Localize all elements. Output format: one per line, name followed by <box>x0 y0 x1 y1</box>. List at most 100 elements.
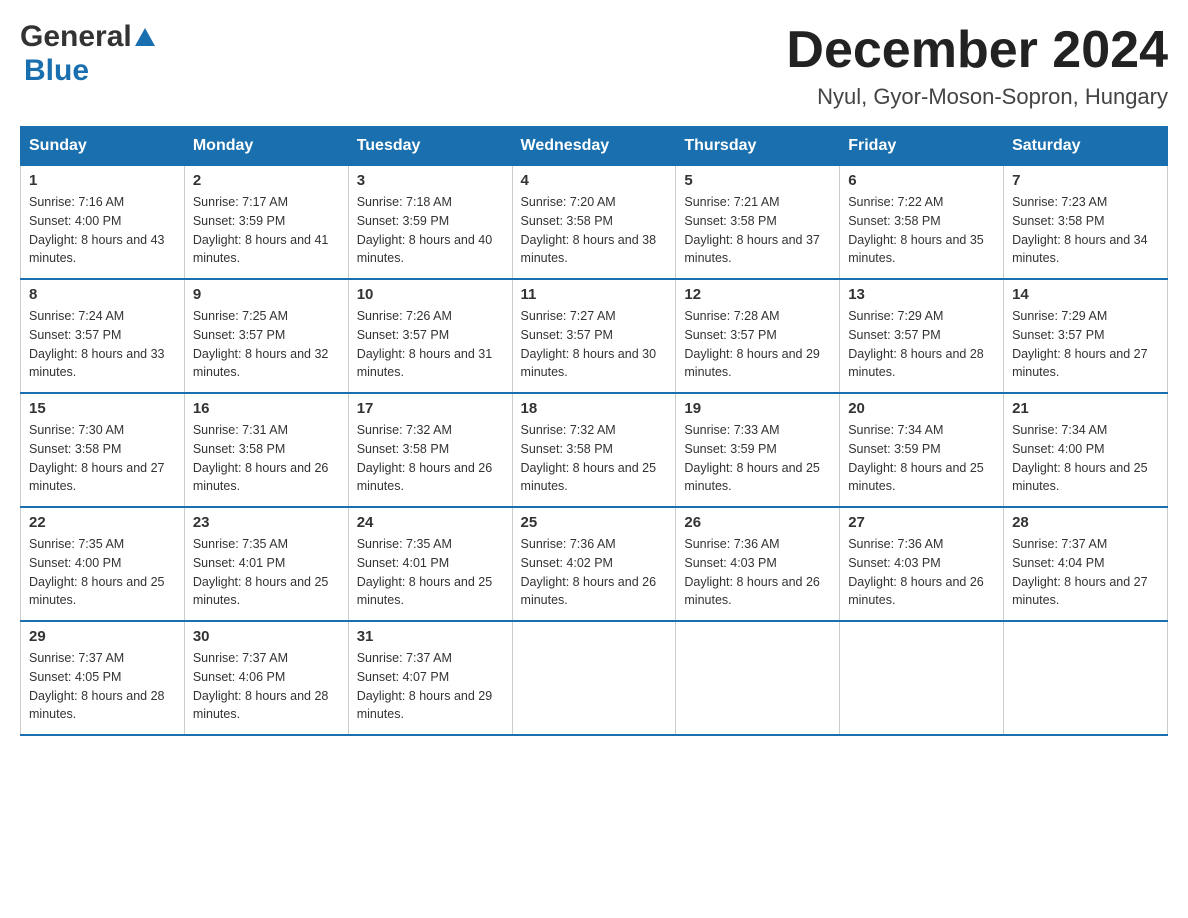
logo-general-text: General <box>20 20 132 54</box>
day-info: Sunrise: 7:35 AM Sunset: 4:01 PM Dayligh… <box>357 535 504 610</box>
day-info: Sunrise: 7:28 AM Sunset: 3:57 PM Dayligh… <box>684 307 831 382</box>
table-row: 12 Sunrise: 7:28 AM Sunset: 3:57 PM Dayl… <box>676 279 840 393</box>
table-row: 27 Sunrise: 7:36 AM Sunset: 4:03 PM Dayl… <box>840 507 1004 621</box>
table-row: 13 Sunrise: 7:29 AM Sunset: 3:57 PM Dayl… <box>840 279 1004 393</box>
day-number: 9 <box>193 286 340 303</box>
day-number: 6 <box>848 172 995 189</box>
table-row: 2 Sunrise: 7:17 AM Sunset: 3:59 PM Dayli… <box>184 166 348 280</box>
table-row: 5 Sunrise: 7:21 AM Sunset: 3:58 PM Dayli… <box>676 166 840 280</box>
day-info: Sunrise: 7:31 AM Sunset: 3:58 PM Dayligh… <box>193 421 340 496</box>
day-number: 23 <box>193 514 340 531</box>
table-row <box>676 621 840 735</box>
table-row: 9 Sunrise: 7:25 AM Sunset: 3:57 PM Dayli… <box>184 279 348 393</box>
table-row: 4 Sunrise: 7:20 AM Sunset: 3:58 PM Dayli… <box>512 166 676 280</box>
day-number: 31 <box>357 628 504 645</box>
day-info: Sunrise: 7:32 AM Sunset: 3:58 PM Dayligh… <box>521 421 668 496</box>
day-info: Sunrise: 7:27 AM Sunset: 3:57 PM Dayligh… <box>521 307 668 382</box>
logo: General Blue <box>20 20 158 88</box>
table-row: 14 Sunrise: 7:29 AM Sunset: 3:57 PM Dayl… <box>1004 279 1168 393</box>
col-sunday: Sunday <box>21 127 185 166</box>
day-info: Sunrise: 7:37 AM Sunset: 4:04 PM Dayligh… <box>1012 535 1159 610</box>
table-row: 3 Sunrise: 7:18 AM Sunset: 3:59 PM Dayli… <box>348 166 512 280</box>
table-row: 26 Sunrise: 7:36 AM Sunset: 4:03 PM Dayl… <box>676 507 840 621</box>
table-row: 22 Sunrise: 7:35 AM Sunset: 4:00 PM Dayl… <box>21 507 185 621</box>
table-row: 24 Sunrise: 7:35 AM Sunset: 4:01 PM Dayl… <box>348 507 512 621</box>
title-area: December 2024 Nyul, Gyor-Moson-Sopron, H… <box>786 20 1168 110</box>
table-row <box>512 621 676 735</box>
day-number: 28 <box>1012 514 1159 531</box>
logo-blue-text: Blue <box>24 54 158 88</box>
day-number: 4 <box>521 172 668 189</box>
calendar-week-row: 29 Sunrise: 7:37 AM Sunset: 4:05 PM Dayl… <box>21 621 1168 735</box>
day-info: Sunrise: 7:29 AM Sunset: 3:57 PM Dayligh… <box>848 307 995 382</box>
col-friday: Friday <box>840 127 1004 166</box>
day-number: 21 <box>1012 400 1159 417</box>
day-info: Sunrise: 7:16 AM Sunset: 4:00 PM Dayligh… <box>29 193 176 268</box>
day-info: Sunrise: 7:36 AM Sunset: 4:03 PM Dayligh… <box>684 535 831 610</box>
day-info: Sunrise: 7:33 AM Sunset: 3:59 PM Dayligh… <box>684 421 831 496</box>
col-thursday: Thursday <box>676 127 840 166</box>
table-row: 11 Sunrise: 7:27 AM Sunset: 3:57 PM Dayl… <box>512 279 676 393</box>
table-row: 16 Sunrise: 7:31 AM Sunset: 3:58 PM Dayl… <box>184 393 348 507</box>
day-info: Sunrise: 7:35 AM Sunset: 4:00 PM Dayligh… <box>29 535 176 610</box>
table-row: 15 Sunrise: 7:30 AM Sunset: 3:58 PM Dayl… <box>21 393 185 507</box>
day-info: Sunrise: 7:26 AM Sunset: 3:57 PM Dayligh… <box>357 307 504 382</box>
calendar-week-row: 15 Sunrise: 7:30 AM Sunset: 3:58 PM Dayl… <box>21 393 1168 507</box>
day-number: 16 <box>193 400 340 417</box>
day-number: 10 <box>357 286 504 303</box>
day-number: 17 <box>357 400 504 417</box>
table-row: 21 Sunrise: 7:34 AM Sunset: 4:00 PM Dayl… <box>1004 393 1168 507</box>
table-row: 1 Sunrise: 7:16 AM Sunset: 4:00 PM Dayli… <box>21 166 185 280</box>
table-row: 23 Sunrise: 7:35 AM Sunset: 4:01 PM Dayl… <box>184 507 348 621</box>
table-row: 17 Sunrise: 7:32 AM Sunset: 3:58 PM Dayl… <box>348 393 512 507</box>
page-subtitle: Nyul, Gyor-Moson-Sopron, Hungary <box>786 84 1168 110</box>
table-row <box>1004 621 1168 735</box>
day-info: Sunrise: 7:29 AM Sunset: 3:57 PM Dayligh… <box>1012 307 1159 382</box>
day-number: 24 <box>357 514 504 531</box>
day-info: Sunrise: 7:18 AM Sunset: 3:59 PM Dayligh… <box>357 193 504 268</box>
table-row: 6 Sunrise: 7:22 AM Sunset: 3:58 PM Dayli… <box>840 166 1004 280</box>
day-number: 14 <box>1012 286 1159 303</box>
day-number: 3 <box>357 172 504 189</box>
day-number: 22 <box>29 514 176 531</box>
table-row <box>840 621 1004 735</box>
day-number: 13 <box>848 286 995 303</box>
day-number: 25 <box>521 514 668 531</box>
day-number: 18 <box>521 400 668 417</box>
table-row: 30 Sunrise: 7:37 AM Sunset: 4:06 PM Dayl… <box>184 621 348 735</box>
day-info: Sunrise: 7:24 AM Sunset: 3:57 PM Dayligh… <box>29 307 176 382</box>
day-info: Sunrise: 7:34 AM Sunset: 3:59 PM Dayligh… <box>848 421 995 496</box>
day-info: Sunrise: 7:37 AM Sunset: 4:06 PM Dayligh… <box>193 649 340 724</box>
col-wednesday: Wednesday <box>512 127 676 166</box>
col-monday: Monday <box>184 127 348 166</box>
day-number: 7 <box>1012 172 1159 189</box>
day-number: 12 <box>684 286 831 303</box>
table-row: 28 Sunrise: 7:37 AM Sunset: 4:04 PM Dayl… <box>1004 507 1168 621</box>
day-number: 1 <box>29 172 176 189</box>
day-info: Sunrise: 7:37 AM Sunset: 4:07 PM Dayligh… <box>357 649 504 724</box>
day-info: Sunrise: 7:22 AM Sunset: 3:58 PM Dayligh… <box>848 193 995 268</box>
day-number: 8 <box>29 286 176 303</box>
table-row: 20 Sunrise: 7:34 AM Sunset: 3:59 PM Dayl… <box>840 393 1004 507</box>
day-number: 29 <box>29 628 176 645</box>
day-number: 19 <box>684 400 831 417</box>
table-row: 8 Sunrise: 7:24 AM Sunset: 3:57 PM Dayli… <box>21 279 185 393</box>
day-number: 5 <box>684 172 831 189</box>
table-row: 19 Sunrise: 7:33 AM Sunset: 3:59 PM Dayl… <box>676 393 840 507</box>
day-info: Sunrise: 7:25 AM Sunset: 3:57 PM Dayligh… <box>193 307 340 382</box>
day-info: Sunrise: 7:34 AM Sunset: 4:00 PM Dayligh… <box>1012 421 1159 496</box>
day-number: 30 <box>193 628 340 645</box>
day-info: Sunrise: 7:21 AM Sunset: 3:58 PM Dayligh… <box>684 193 831 268</box>
col-saturday: Saturday <box>1004 127 1168 166</box>
day-number: 11 <box>521 286 668 303</box>
table-row: 18 Sunrise: 7:32 AM Sunset: 3:58 PM Dayl… <box>512 393 676 507</box>
day-info: Sunrise: 7:20 AM Sunset: 3:58 PM Dayligh… <box>521 193 668 268</box>
calendar-week-row: 22 Sunrise: 7:35 AM Sunset: 4:00 PM Dayl… <box>21 507 1168 621</box>
header: General Blue December 2024 Nyul, Gyor-Mo… <box>20 20 1168 110</box>
col-tuesday: Tuesday <box>348 127 512 166</box>
day-info: Sunrise: 7:23 AM Sunset: 3:58 PM Dayligh… <box>1012 193 1159 268</box>
day-number: 15 <box>29 400 176 417</box>
table-row: 29 Sunrise: 7:37 AM Sunset: 4:05 PM Dayl… <box>21 621 185 735</box>
calendar-week-row: 8 Sunrise: 7:24 AM Sunset: 3:57 PM Dayli… <box>21 279 1168 393</box>
table-row: 10 Sunrise: 7:26 AM Sunset: 3:57 PM Dayl… <box>348 279 512 393</box>
